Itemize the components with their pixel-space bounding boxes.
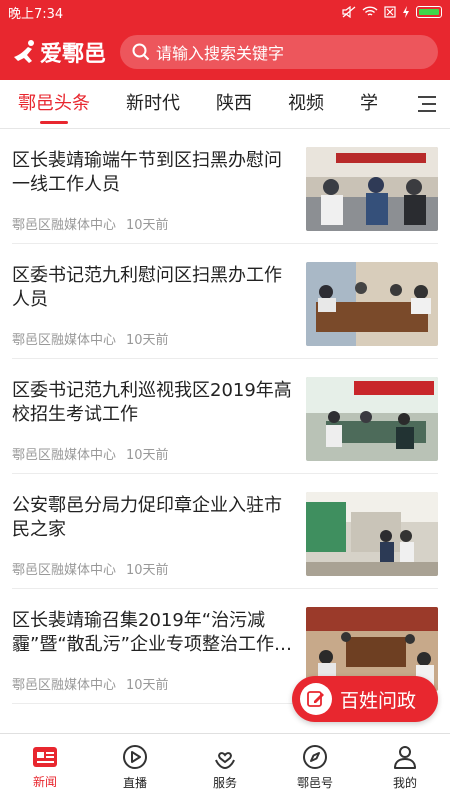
news-source: 鄠邑区融媒体中心 — [12, 563, 117, 578]
nav-news[interactable]: 新闻 — [0, 734, 90, 800]
news-source: 鄠邑区融媒体中心 — [12, 448, 117, 463]
bottom-nav: 新闻 直播 服务 鄠邑号 我的 — [0, 733, 450, 800]
tab-shaanxi[interactable]: 陕西 — [198, 80, 270, 128]
tab-study[interactable]: 学 — [342, 80, 396, 128]
nav-me[interactable]: 我的 — [360, 734, 450, 800]
news-thumbnail — [306, 377, 438, 461]
news-source: 鄠邑区融媒体中心 — [12, 678, 117, 693]
wifi-icon — [362, 6, 378, 16]
status-icons — [342, 6, 442, 18]
search-icon — [132, 43, 150, 61]
nav-services[interactable]: 服务 — [180, 734, 270, 800]
news-source: 鄠邑区融媒体中心 — [12, 218, 117, 233]
search-placeholder: 请输入搜索关键字 — [156, 44, 285, 63]
play-circle-icon — [123, 744, 147, 769]
hand-heart-icon — [215, 751, 235, 769]
search-bar[interactable]: 请输入搜索关键字 — [120, 35, 438, 69]
fab-label: 百姓问政 — [340, 689, 417, 712]
nav-label: 鄠邑号 — [296, 775, 333, 790]
news-title: 区长裴靖瑜召集2019年“治污减霾”暨“散乱污”企业专项整治工作推进会 — [12, 610, 292, 655]
news-title: 区委书记范九利巡视我区2019年高校招生考试工作 — [12, 380, 292, 425]
news-item[interactable]: 公安鄠邑分局力促印章企业入驻市民之家 鄠邑区融媒体中心 10天前 — [12, 474, 438, 589]
news-thumbnail — [306, 492, 438, 576]
news-time: 10天前 — [126, 333, 169, 348]
mute-icon — [342, 6, 356, 18]
category-tabs: 鄠邑头条 新时代 陕西 视频 学 — [0, 80, 450, 129]
app-logo[interactable]: 爱鄠邑 — [12, 36, 120, 68]
nav-label: 新闻 — [32, 774, 57, 789]
news-thumbnail — [306, 147, 438, 231]
news-time: 10天前 — [126, 678, 169, 693]
news-time: 10天前 — [126, 448, 169, 463]
nav-huyi-account[interactable]: 鄠邑号 — [270, 734, 360, 800]
tab-huyi-headlines[interactable]: 鄠邑头条 — [0, 80, 108, 128]
charging-icon — [403, 6, 409, 18]
nav-live[interactable]: 直播 — [90, 734, 180, 800]
news-time: 10天前 — [126, 563, 169, 578]
news-time: 10天前 — [126, 218, 169, 233]
news-title: 区委书记范九利慰问区扫黑办工作人员 — [12, 265, 282, 310]
news-thumbnail — [306, 262, 438, 346]
logo-text: 爱鄠邑 — [40, 42, 107, 67]
news-item[interactable]: 区委书记范九利巡视我区2019年高校招生考试工作 鄠邑区融媒体中心 10天前 — [12, 359, 438, 474]
news-item[interactable]: 区委书记范九利慰问区扫黑办工作人员 鄠邑区融媒体中心 10天前 — [12, 244, 438, 359]
status-time: 晚上7:34 — [8, 6, 64, 22]
status-bar: 晚上7:34 — [0, 0, 450, 24]
battery-icon — [416, 6, 442, 18]
tab-menu-button[interactable] — [404, 80, 450, 128]
tab-video[interactable]: 视频 — [270, 80, 342, 128]
no-sim-icon — [384, 6, 396, 18]
news-feed: 区长裴靖瑜端午节到区扫黑办慰问一线工作人员 鄠邑区融媒体中心 10天前 区委书记范… — [0, 129, 450, 704]
news-source: 鄠邑区融媒体中心 — [12, 333, 117, 348]
news-icon — [33, 746, 57, 767]
menu-icon — [418, 96, 436, 112]
news-title: 公安鄠邑分局力促印章企业入驻市民之家 — [12, 495, 282, 540]
citizen-inquiry-button[interactable]: 百姓问政 — [292, 676, 438, 722]
news-title: 区长裴靖瑜端午节到区扫黑办慰问一线工作人员 — [12, 150, 282, 195]
user-icon — [394, 745, 416, 769]
logo-figure-icon — [14, 40, 34, 63]
compass-icon — [303, 744, 327, 769]
news-item[interactable]: 区长裴靖瑜端午节到区扫黑办慰问一线工作人员 鄠邑区融媒体中心 10天前 — [12, 129, 438, 244]
app-bar: 爱鄠邑 请输入搜索关键字 — [0, 24, 450, 80]
edit-note-icon — [300, 683, 332, 715]
nav-label: 我的 — [392, 775, 417, 790]
nav-label: 直播 — [122, 775, 147, 790]
nav-label: 服务 — [212, 775, 237, 790]
tab-new-era[interactable]: 新时代 — [108, 80, 198, 128]
